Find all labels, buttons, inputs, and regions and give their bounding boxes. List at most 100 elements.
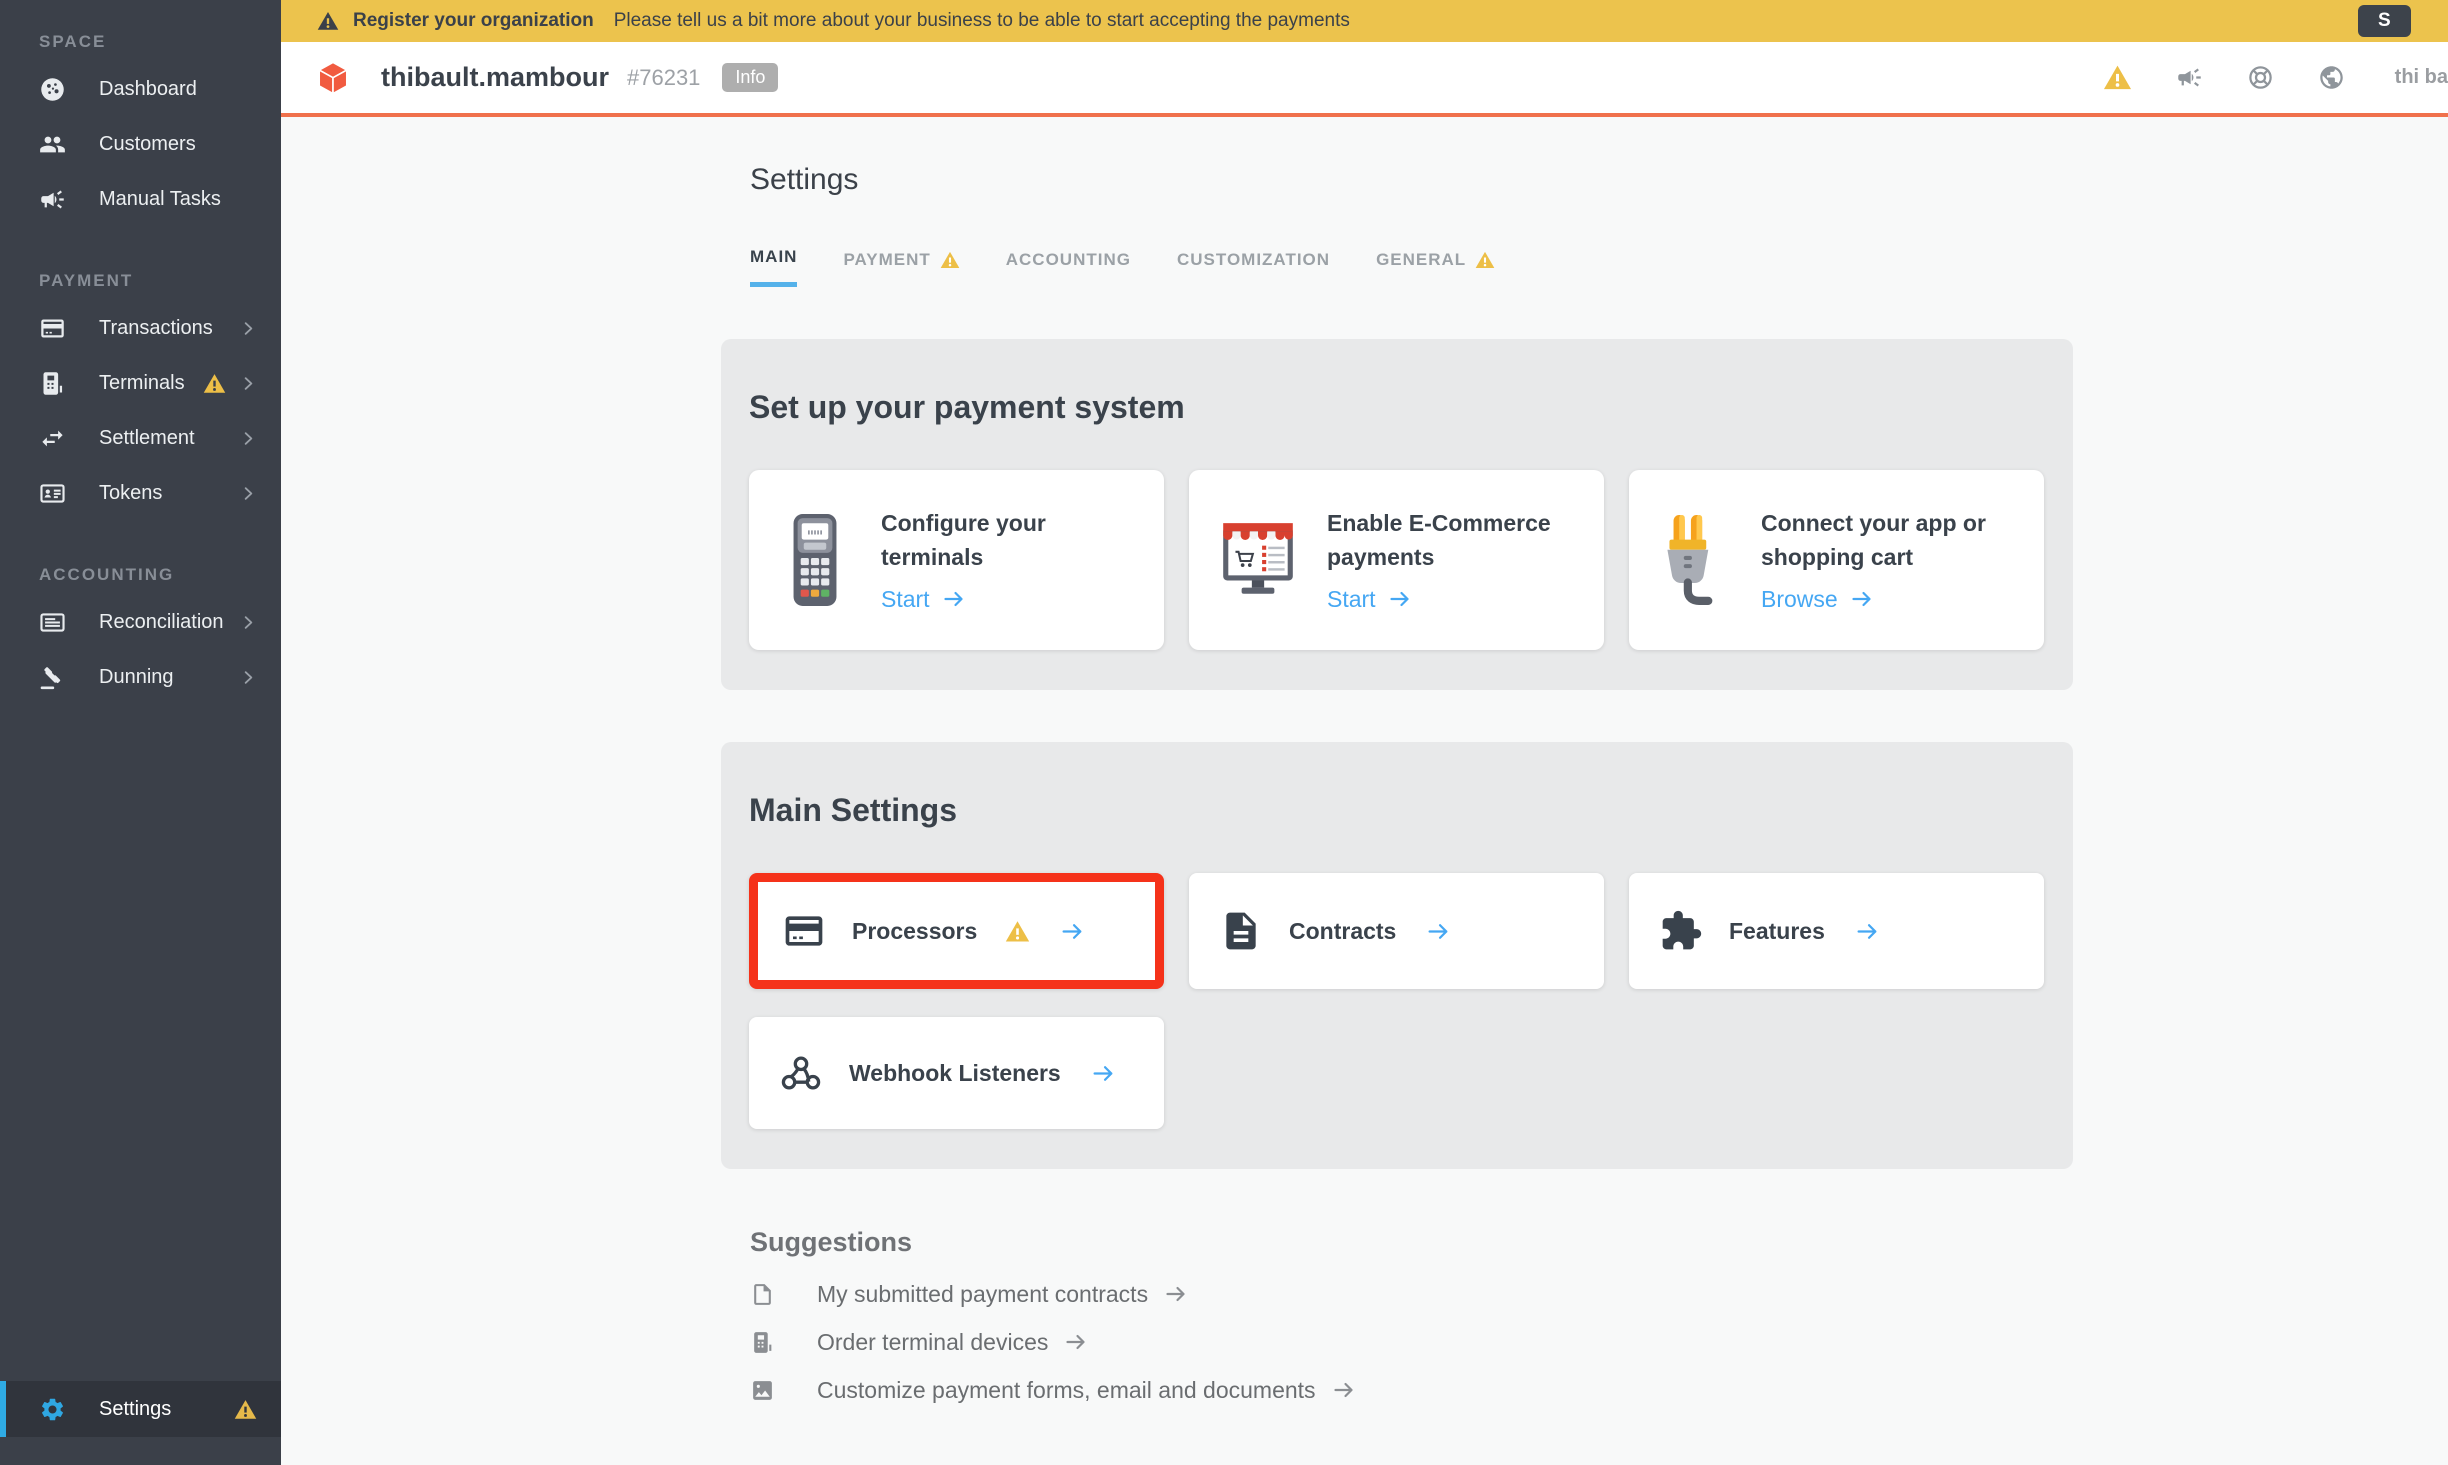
suggestion-order-terminals[interactable]: Order terminal devices	[750, 1330, 2448, 1354]
main-column: Register your organization Please tell u…	[281, 0, 2448, 1465]
suggestion-submitted-contracts[interactable]: My submitted payment contracts	[750, 1282, 2448, 1306]
card-title: Configure your terminals	[881, 507, 1150, 574]
user-menu-label[interactable]: thi ba	[2395, 66, 2448, 89]
arrow-right-icon	[1426, 919, 1451, 944]
notification-banner: Register your organization Please tell u…	[281, 0, 2448, 42]
suggestion-customize-forms[interactable]: Customize payment forms, email and docum…	[750, 1378, 2448, 1402]
card-webhook-listeners[interactable]: Webhook Listeners	[749, 1017, 1164, 1129]
card-connect-app[interactable]: Connect your app or shopping cart Browse	[1629, 470, 2044, 650]
arrow-right-icon	[1060, 919, 1085, 944]
sidebar-item-settlement[interactable]: Settlement	[0, 411, 281, 466]
account-title: thibault.mambour	[381, 62, 609, 93]
sidebar-item-label: Settings	[99, 1398, 171, 1421]
arrow-right-icon	[1388, 587, 1412, 611]
card-processors[interactable]: Processors	[749, 873, 1164, 989]
setup-cards: Configure your terminals Start Enable E-…	[749, 470, 2045, 650]
suggestions-section: Suggestions My submitted payment contrac…	[750, 1227, 2448, 1402]
warning-icon	[1475, 250, 1495, 270]
sidebar-item-label: Transactions	[99, 317, 213, 340]
sidebar-item-settings[interactable]: Settings	[0, 1381, 281, 1437]
tab-label: GENERAL	[1376, 250, 1466, 270]
card-title: Enable E-Commerce payments	[1327, 507, 1590, 574]
card-configure-terminals[interactable]: Configure your terminals Start	[749, 470, 1164, 650]
card-title: Processors	[852, 918, 977, 945]
start-link[interactable]: Start	[881, 586, 1150, 613]
sidebar-item-label: Customers	[99, 133, 196, 156]
suggestion-label: My submitted payment contracts	[817, 1281, 1148, 1308]
sidebar-item-dunning[interactable]: Dunning	[0, 650, 281, 705]
content-area: Settings MAIN PAYMENT ACCOUNTING CUSTOMI…	[281, 117, 2448, 1465]
card-contracts[interactable]: Contracts	[1189, 873, 1604, 989]
arrow-right-icon	[1064, 1330, 1088, 1354]
suggestion-label: Order terminal devices	[817, 1329, 1048, 1356]
top-header: thibault.mambour #76231 Info thi ba	[281, 42, 2448, 113]
setup-panel-title: Set up your payment system	[749, 389, 2045, 426]
banner-action-button[interactable]: S	[2358, 5, 2411, 37]
sidebar-section-space: SPACE	[0, 32, 281, 52]
info-badge[interactable]: Info	[722, 63, 778, 92]
main-settings-title: Main Settings	[749, 792, 2045, 829]
megaphone-icon[interactable]	[2176, 64, 2203, 91]
webhook-icon	[779, 1051, 823, 1095]
sidebar-item-terminals[interactable]: Terminals	[0, 356, 281, 411]
warning-icon[interactable]	[2103, 63, 2132, 92]
globe-icon[interactable]	[2318, 64, 2345, 91]
sidebar-item-dashboard[interactable]: Dashboard	[0, 62, 281, 117]
image-icon	[750, 1378, 775, 1403]
file-icon	[750, 1282, 775, 1307]
puzzle-icon	[1659, 909, 1703, 953]
page-title: Settings	[750, 163, 2448, 197]
sidebar-item-label: Reconciliation	[99, 611, 224, 634]
suggestions-title: Suggestions	[750, 1227, 2448, 1258]
sidebar-item-transactions[interactable]: Transactions	[0, 301, 281, 356]
brand-cube-icon	[315, 60, 351, 96]
suggestion-label: Customize payment forms, email and docum…	[817, 1377, 1316, 1404]
chevron-right-icon	[240, 669, 257, 686]
banner-message: Please tell us a bit more about your bus…	[614, 10, 1350, 32]
arrow-right-icon	[1332, 1378, 1356, 1402]
browse-link[interactable]: Browse	[1761, 586, 2030, 613]
list-card-icon	[39, 609, 66, 636]
tab-accounting[interactable]: ACCOUNTING	[1006, 247, 1131, 287]
warning-icon	[317, 10, 339, 32]
arrow-right-icon	[1091, 1061, 1116, 1086]
gavel-icon	[39, 664, 66, 691]
sidebar-section-accounting: ACCOUNTING	[0, 565, 281, 585]
header-actions: thi ba	[2103, 63, 2448, 92]
card-title: Contracts	[1289, 918, 1396, 945]
arrow-right-icon	[942, 587, 966, 611]
start-link[interactable]: Start	[1327, 586, 1590, 613]
card-ecommerce-payments[interactable]: Enable E-Commerce payments Start	[1189, 470, 1604, 650]
tab-main[interactable]: MAIN	[750, 247, 797, 287]
dashboard-icon	[39, 76, 66, 103]
ecommerce-shop-illustration	[1215, 521, 1301, 599]
credit-card-icon	[782, 909, 826, 953]
terminal-icon	[750, 1330, 775, 1355]
banner-title: Register your organization	[353, 10, 594, 32]
sidebar-item-tokens[interactable]: Tokens	[0, 466, 281, 521]
sidebar-item-label: Terminals	[99, 372, 185, 395]
sidebar-item-reconciliation[interactable]: Reconciliation	[0, 595, 281, 650]
card-title: Connect your app or shopping cart	[1761, 507, 2030, 574]
chevron-right-icon	[240, 320, 257, 337]
card-features[interactable]: Features	[1629, 873, 2044, 989]
tab-general[interactable]: GENERAL	[1376, 247, 1495, 287]
main-settings-panel: Main Settings Processors Contracts	[721, 742, 2073, 1169]
tab-customization[interactable]: CUSTOMIZATION	[1177, 247, 1330, 287]
megaphone-icon	[39, 186, 66, 213]
sidebar-item-customers[interactable]: Customers	[0, 117, 281, 172]
credit-card-icon	[39, 315, 66, 342]
warning-icon	[234, 1398, 257, 1421]
arrow-right-icon	[1855, 919, 1880, 944]
sidebar-section-payment: PAYMENT	[0, 271, 281, 291]
setup-panel: Set up your payment system Configure you…	[721, 339, 2073, 690]
sidebar-item-manual-tasks[interactable]: Manual Tasks	[0, 172, 281, 227]
chevron-right-icon	[240, 485, 257, 502]
sidebar-item-label: Tokens	[99, 482, 162, 505]
warning-icon	[940, 250, 960, 270]
main-settings-cards: Processors Contracts Features	[749, 873, 2045, 1129]
tab-payment[interactable]: PAYMENT	[843, 247, 959, 287]
app-window: SPACE Dashboard Customers Manual Tasks P…	[0, 0, 2448, 1465]
help-buoy-icon[interactable]	[2247, 64, 2274, 91]
card-title: Features	[1729, 918, 1825, 945]
